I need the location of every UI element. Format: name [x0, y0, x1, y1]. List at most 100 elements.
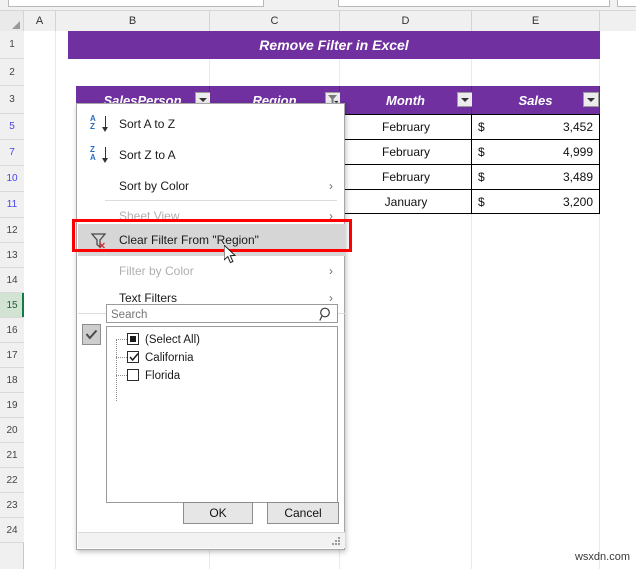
checkmark-icon — [85, 329, 98, 340]
toolbar-box[interactable] — [617, 0, 636, 7]
currency-symbol-1: $ — [478, 120, 485, 134]
column-header-row: A B C D E — [0, 11, 636, 31]
row-header-12[interactable]: 12 — [0, 218, 24, 243]
currency-symbol-3: $ — [478, 170, 485, 184]
column-header-f[interactable] — [600, 11, 636, 31]
page-title: Remove Filter in Excel — [68, 31, 600, 59]
list-item-california[interactable]: California — [107, 349, 337, 366]
value-checklist[interactable]: (Select All) California Florida — [106, 326, 338, 503]
checkmark-icon — [129, 352, 139, 365]
search-box[interactable] — [106, 304, 338, 324]
row-header-7[interactable]: 7 — [0, 140, 24, 166]
column-header-e[interactable]: E — [472, 11, 600, 31]
row-header-gutter: 1 2 3 5 7 10 11 12 13 14 15 16 17 18 19 … — [0, 31, 24, 569]
sort-az-icon: A Z — [90, 115, 112, 133]
menu-item-filter-by-color: Filter by Color › — [78, 258, 345, 284]
checkbox-florida[interactable] — [127, 369, 139, 381]
checkbox-select-all[interactable] — [127, 333, 139, 345]
sort-za-icon: Z A — [90, 146, 112, 164]
tree-branch — [116, 357, 127, 358]
menu-item-sort-z-to-a[interactable]: Z A Sort Z to A — [78, 142, 345, 168]
tree-branch — [116, 375, 127, 376]
chevron-right-icon: › — [329, 179, 333, 193]
row-header-15[interactable]: 15 — [0, 293, 24, 318]
corner-triangle-icon — [12, 21, 20, 29]
formula-input[interactable] — [338, 0, 610, 7]
filter-button-sales[interactable] — [583, 92, 599, 107]
panel-footer — [78, 532, 345, 548]
column-header-b[interactable]: B — [56, 11, 210, 31]
list-label-florida: Florida — [145, 369, 181, 382]
chevron-down-icon — [199, 97, 207, 102]
list-item-select-all[interactable]: (Select All) — [107, 331, 337, 401]
row-header-14[interactable]: 14 — [0, 268, 24, 293]
column-header-d[interactable]: D — [340, 11, 472, 31]
row-header-21[interactable]: 21 — [0, 443, 24, 468]
row-header-3[interactable]: 3 — [0, 86, 24, 114]
filter-button-month[interactable] — [457, 92, 473, 107]
row-header-16[interactable]: 16 — [0, 318, 24, 343]
cancel-button[interactable]: Cancel — [267, 502, 339, 524]
ok-button[interactable]: OK — [183, 502, 253, 524]
cell-month-3[interactable]: February — [340, 164, 472, 190]
column-header-a[interactable]: A — [24, 11, 56, 31]
search-input[interactable] — [111, 306, 309, 324]
chevron-down-icon — [461, 97, 469, 102]
name-box[interactable] — [8, 0, 264, 7]
row-header-11[interactable]: 11 — [0, 192, 24, 218]
menu-item-sort-a-to-z[interactable]: A Z Sort A to Z — [78, 111, 345, 137]
cell-month-1[interactable]: February — [340, 114, 472, 140]
row-header-13[interactable]: 13 — [0, 243, 24, 268]
chevron-right-icon: › — [329, 291, 333, 305]
chevron-right-icon: › — [329, 264, 333, 278]
cell-sales-1[interactable]: $ 3,452 — [471, 114, 600, 140]
cell-sales-3[interactable]: $ 3,489 — [471, 164, 600, 190]
filter-dropdown-panel[interactable]: A Z Sort A to Z Z A Sort Z to A Sort by … — [76, 103, 345, 550]
sales-value-4: 3,200 — [562, 194, 593, 209]
indeterminate-mark-icon — [130, 336, 136, 342]
filter-toggle-check-button[interactable] — [82, 324, 101, 345]
list-label-select-all: (Select All) — [145, 333, 200, 346]
table-header-sales: Sales — [472, 86, 600, 114]
row-header-17[interactable]: 17 — [0, 343, 24, 368]
resize-grip[interactable] — [332, 537, 340, 545]
cell-month-4[interactable]: January — [340, 189, 472, 214]
currency-symbol-2: $ — [478, 145, 485, 159]
row-header-24[interactable]: 24 — [0, 518, 24, 543]
row-header-20[interactable]: 20 — [0, 418, 24, 443]
excel-worksheet-screenshot: A B C D E 1 2 3 5 7 10 11 12 13 14 15 16… — [0, 0, 636, 569]
row-header-18[interactable]: 18 — [0, 368, 24, 393]
tree-branch — [116, 339, 127, 340]
cell-sales-4[interactable]: $ 3,200 — [471, 189, 600, 214]
list-label-california: California — [145, 351, 194, 364]
select-all-corner[interactable] — [0, 11, 24, 31]
menu-separator-1 — [105, 200, 337, 201]
annotation-highlight-box — [72, 219, 352, 252]
checkbox-california[interactable] — [127, 351, 139, 363]
row-header-19[interactable]: 19 — [0, 393, 24, 418]
menu-item-sort-by-color[interactable]: Sort by Color › — [78, 173, 345, 199]
sales-value-3: 3,489 — [562, 170, 593, 184]
menu-label-sort-by-color: Sort by Color — [119, 179, 190, 193]
mouse-cursor-icon — [223, 243, 240, 272]
row-header-23[interactable]: 23 — [0, 493, 24, 518]
watermark: wsxdn.com — [574, 551, 630, 563]
row-header-22[interactable]: 22 — [0, 468, 24, 493]
cell-sales-2[interactable]: $ 4,999 — [471, 139, 600, 165]
formula-bar-strip — [0, 0, 636, 11]
row-header-5[interactable]: 5 — [0, 114, 24, 140]
search-icon — [319, 307, 333, 327]
list-item-florida[interactable]: Florida — [107, 367, 337, 384]
table-header-month: Month — [340, 86, 472, 114]
chevron-down-icon — [587, 97, 595, 102]
currency-symbol-4: $ — [478, 194, 485, 209]
sales-value-1: 3,452 — [562, 120, 593, 134]
menu-label-sort-a-to-z: Sort A to Z — [119, 117, 176, 131]
row-header-10[interactable]: 10 — [0, 166, 24, 192]
menu-label-text-filters: Text Filters — [119, 291, 178, 305]
cell-month-2[interactable]: February — [340, 139, 472, 165]
column-header-c[interactable]: C — [210, 11, 340, 31]
menu-label-sort-z-to-a: Sort Z to A — [119, 148, 176, 162]
row-header-2[interactable]: 2 — [0, 59, 24, 86]
row-header-1[interactable]: 1 — [0, 31, 24, 59]
